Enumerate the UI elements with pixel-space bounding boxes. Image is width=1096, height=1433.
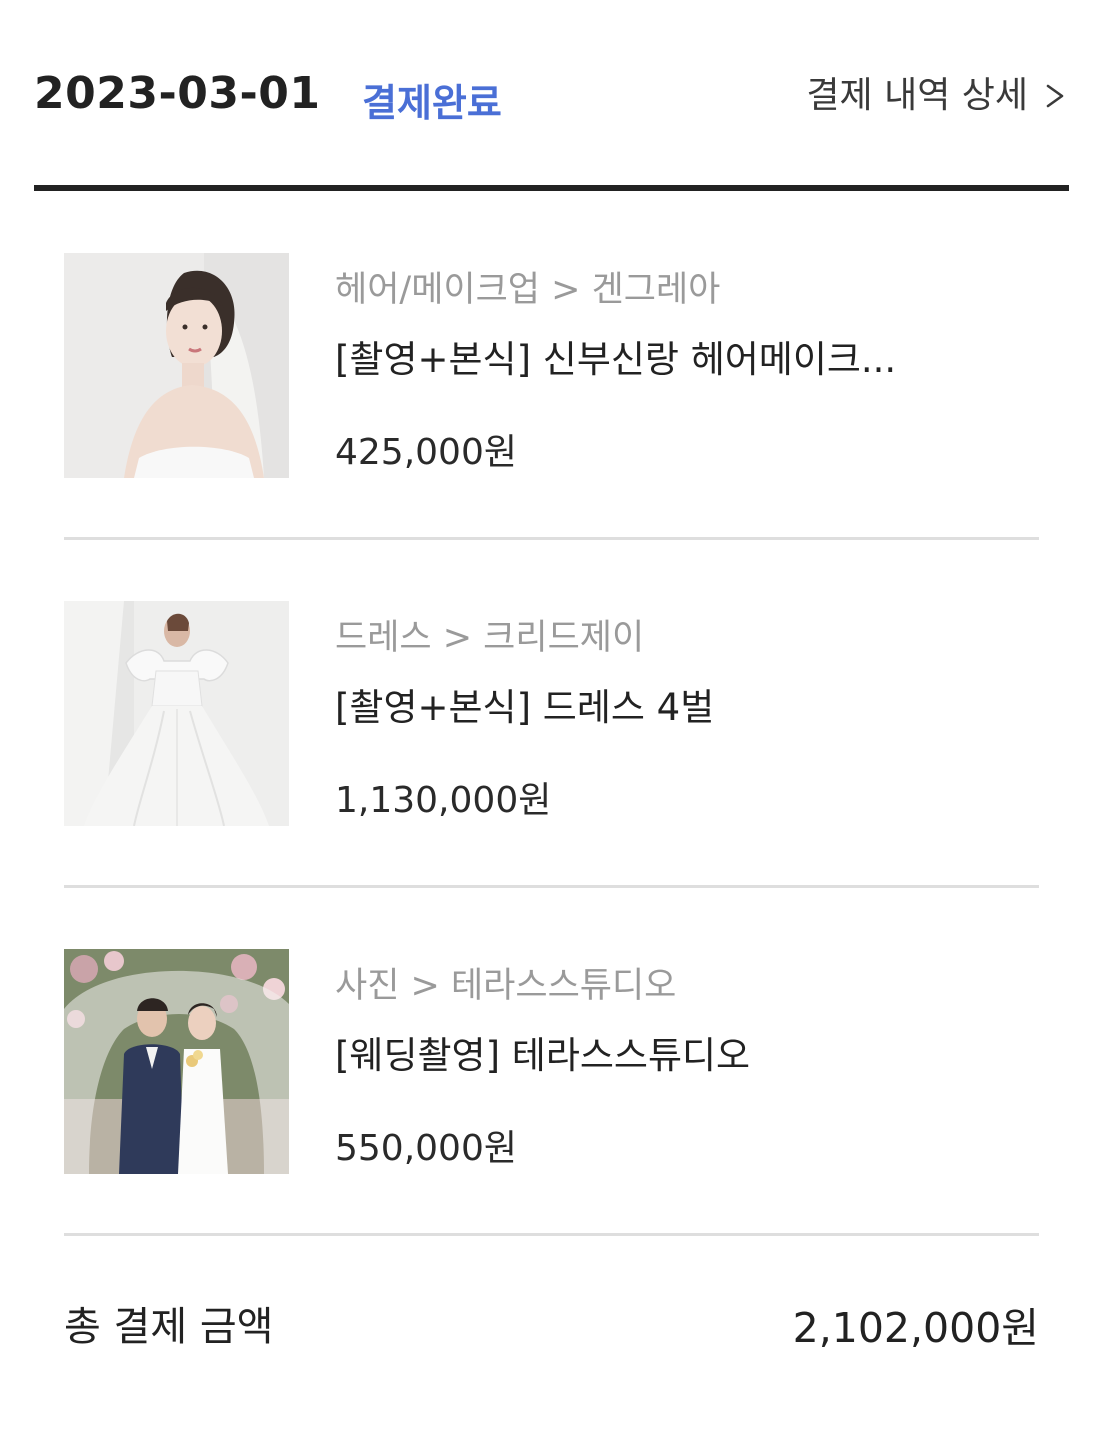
item-divider (64, 1233, 1039, 1236)
item-title[interactable]: [촬영+본식] 드레스 4벌 (335, 677, 985, 731)
payment-status-badge: 결제완료 (362, 81, 502, 125)
order-header: 2023-03-01 결제완료 결제 내역 상세 (34, 60, 1068, 130)
item-divider (64, 537, 1039, 540)
total-label: 총 결제 금액 (64, 1304, 274, 1350)
payment-detail-link[interactable]: 결제 내역 상세 (806, 66, 1068, 118)
item-category: 헤어/메이크업 > 겐그레아 (335, 270, 721, 310)
product-thumbnail[interactable] (64, 949, 289, 1174)
order-item[interactable]: 드레스 > 크리드제이 [촬영+본식] 드레스 4벌 1,130,000원 (64, 601, 1039, 888)
item-title[interactable]: [웨딩촬영] 테라스스튜디오 (335, 1025, 985, 1079)
item-category: 드레스 > 크리드제이 (335, 618, 645, 658)
product-thumbnail[interactable] (64, 601, 289, 826)
chevron-right-icon (1042, 78, 1068, 108)
total-summary: 총 결제 금액 2,102,000원 (64, 1290, 1039, 1352)
item-price: 425,000원 (335, 432, 517, 473)
product-thumbnail[interactable] (64, 253, 289, 478)
order-date: 2023-03-01 (34, 68, 321, 119)
item-price: 1,130,000원 (335, 780, 552, 821)
item-category: 사진 > 테라스스튜디오 (335, 966, 677, 1006)
payment-detail-label: 결제 내역 상세 (806, 75, 1028, 116)
header-divider (34, 185, 1069, 191)
item-title[interactable]: [촬영+본식] 신부신랑 헤어메이크... (335, 329, 985, 383)
item-divider (64, 885, 1039, 888)
order-item[interactable]: 사진 > 테라스스튜디오 [웨딩촬영] 테라스스튜디오 550,000원 (64, 949, 1039, 1236)
total-amount: 2,102,000원 (792, 1304, 1039, 1352)
order-item[interactable]: 헤어/메이크업 > 겐그레아 [촬영+본식] 신부신랑 헤어메이크... 425… (64, 253, 1039, 540)
item-price: 550,000원 (335, 1128, 517, 1169)
